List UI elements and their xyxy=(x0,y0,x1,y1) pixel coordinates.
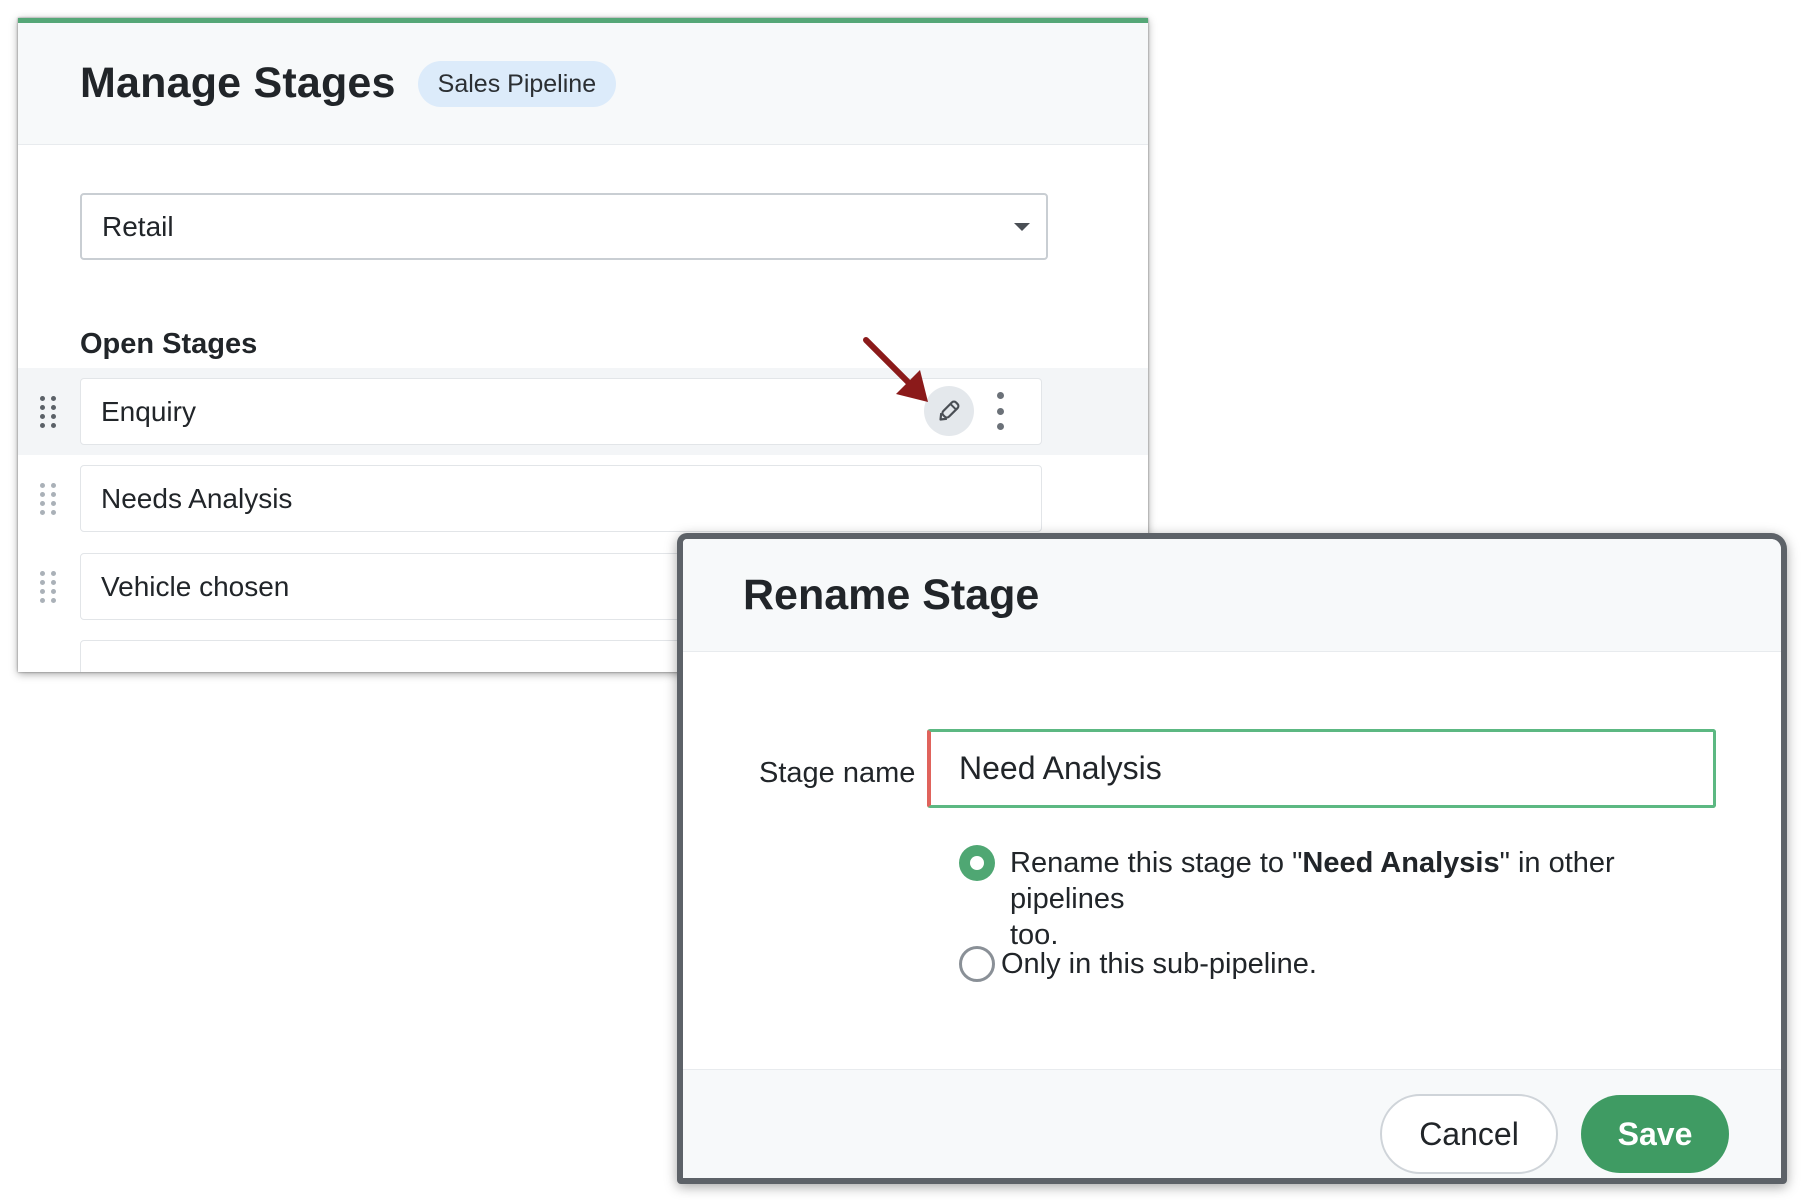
rename-stage-dialog: Rename Stage Stage name Rename this stag… xyxy=(677,533,1787,1184)
stage-name-input[interactable] xyxy=(927,729,1716,808)
pencil-edit-icon xyxy=(939,400,960,421)
page-title: Manage Stages xyxy=(80,59,396,107)
stage-label: Needs Analysis xyxy=(101,482,293,514)
rename-all-pipelines-label[interactable]: Rename this stage to "Need Analysis" in … xyxy=(1010,845,1730,953)
sub-pipeline-select[interactable]: Retail xyxy=(80,193,1048,260)
stage-card[interactable]: Needs Analysis xyxy=(80,465,1042,532)
dialog-header: Rename Stage xyxy=(683,539,1781,652)
save-button[interactable]: Save xyxy=(1581,1095,1729,1173)
cancel-button[interactable]: Cancel xyxy=(1380,1094,1558,1174)
dialog-title: Rename Stage xyxy=(743,570,1040,619)
drag-handle-icon[interactable] xyxy=(40,396,56,428)
only-sub-pipeline-radio[interactable] xyxy=(959,946,995,982)
stage-name-label: Stage name xyxy=(759,757,916,789)
pipeline-badge: Sales Pipeline xyxy=(417,60,617,107)
drag-handle-icon[interactable] xyxy=(40,483,56,515)
dialog-footer: Cancel Save xyxy=(683,1069,1781,1178)
rename-all-pipelines-radio[interactable] xyxy=(959,845,995,881)
more-vertical-icon[interactable] xyxy=(996,392,1004,430)
only-sub-pipeline-label[interactable]: Only in this sub-pipeline. xyxy=(1001,946,1317,982)
stage-label: Enquiry xyxy=(101,395,196,427)
stage-label: Vehicle chosen xyxy=(101,570,290,602)
red-pointer-arrow xyxy=(863,337,928,402)
stage-row[interactable]: Enquiry xyxy=(18,368,1148,455)
drag-handle-icon[interactable] xyxy=(40,571,56,603)
caret-down-icon xyxy=(1014,223,1030,231)
open-stages-heading: Open Stages xyxy=(80,328,258,360)
stage-row[interactable]: Needs Analysis xyxy=(18,455,1148,542)
panel-header: Manage Stages Sales Pipeline xyxy=(18,23,1148,145)
sub-pipeline-select-value: Retail xyxy=(102,210,174,242)
new-stage-name: Need Analysis xyxy=(1302,847,1500,879)
